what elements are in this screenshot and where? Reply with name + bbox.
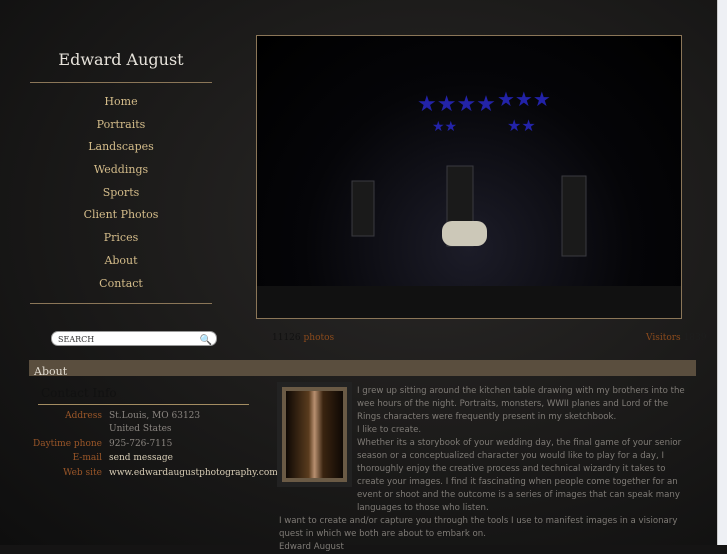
contact-country: United States [109,424,172,434]
contact-phone: Daytime phone 925-726-7115 [33,439,173,449]
scrollbar[interactable] [717,0,727,545]
svg-text:★★: ★★ [507,116,536,135]
nav-about[interactable]: About [30,250,212,273]
photos-link[interactable]: photos [304,333,335,343]
nav-prices[interactable]: Prices [30,227,212,250]
send-message-link[interactable]: send message [109,453,173,463]
nav-landscapes[interactable]: Landscapes [30,136,212,159]
nav-client-photos[interactable]: Client Photos [30,204,212,227]
svg-text:★★★★: ★★★★ [417,92,496,117]
svg-text:★★★: ★★★ [497,87,551,111]
visitor-counter: Visitors 1839 [646,333,707,343]
search-input[interactable]: SEARCH 🔍 [51,331,217,346]
nav-portraits[interactable]: Portraits [30,114,212,137]
nav-home[interactable]: Home [30,91,212,114]
divider [30,82,212,83]
svg-text:★★: ★★ [432,119,457,135]
contact-website: Web site www.edwardaugustphotography.com [63,468,278,478]
search-icon[interactable]: 🔍 [200,333,212,348]
contact-address: Address St.Louis, MO 63123 [65,411,201,421]
section-header: About [29,360,696,378]
featured-photo[interactable]: ★★★★ ★★★ ★★ ★★ [256,35,682,319]
main-nav: Home Portraits Landscapes Weddings Sport… [30,91,212,295]
site-title: Edward August [58,50,184,69]
divider [30,303,212,304]
website-link[interactable]: www.edwardaugustphotography.com [109,468,278,478]
photo-count: 11126 photos [272,333,335,343]
nav-sports[interactable]: Sports [30,182,212,205]
about-text: I grew up sitting around the kitchen tab… [279,386,685,552]
divider [38,404,249,405]
nav-contact[interactable]: Contact [30,273,212,296]
contact-title: Contact Info [41,386,117,400]
nav-weddings[interactable]: Weddings [30,159,212,182]
contact-email: E-mail send message [72,453,173,463]
concert-image: ★★★★ ★★★ ★★ ★★ [257,87,681,318]
